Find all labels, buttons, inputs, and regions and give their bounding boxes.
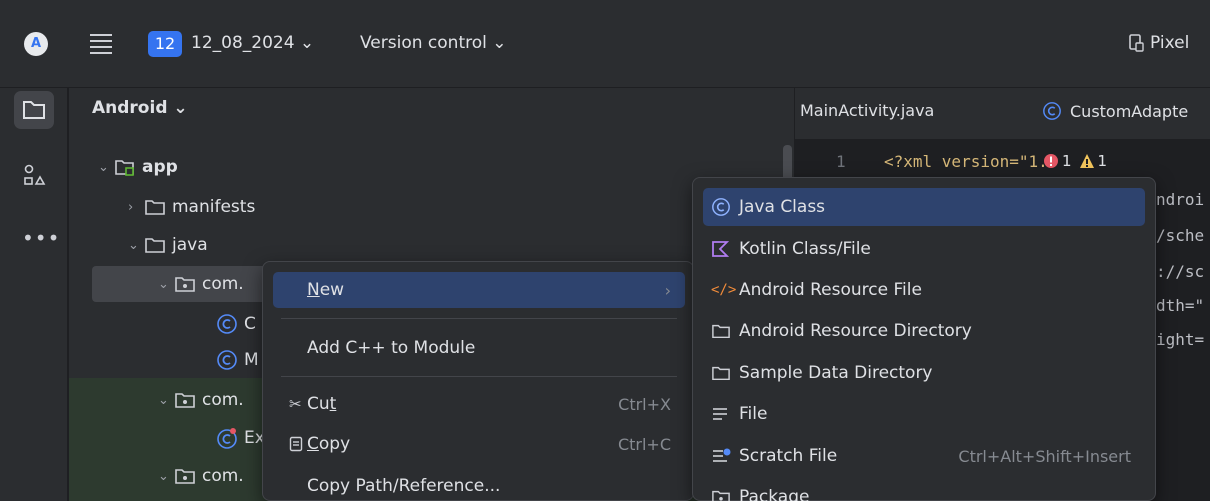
submenu-item-java-class[interactable]: Java Class [703,188,1145,226]
java-class-icon [216,349,238,371]
context-menu: New › Add C++ to Module ✂ Cut Ctrl+X Cop… [262,261,694,501]
line-number: 1 [836,152,846,171]
package-icon [174,466,196,486]
scissors-icon: ✂ [289,395,302,413]
menu-separator [281,318,677,319]
device-label: Pixel [1150,33,1190,53]
tree-label: com. [202,466,244,486]
tree-label: app [142,157,178,177]
kotlin-icon [703,240,737,258]
xml-icon: </> [711,282,737,298]
version-control-menu[interactable]: Version control ⌄ [360,33,507,53]
warning-icon [1079,153,1095,169]
package-icon [703,488,737,501]
device-icon [1128,34,1144,52]
tab-custom-adapter[interactable]: CustomAdapte [1042,101,1188,121]
tree-item-package[interactable]: ⌄ com. [158,459,244,493]
new-submenu: Java Class Kotlin Class/File </> Android… [692,177,1156,501]
project-selector[interactable]: 12_08_2024 ⌄ [191,33,314,53]
menu-item-copy-path[interactable]: Copy Path/Reference... [273,468,685,501]
tree-item-app[interactable]: ⌄ app [98,150,178,184]
tree-item-manifests[interactable]: › manifests [128,190,255,224]
folder-icon [703,364,737,382]
menu-separator [281,376,677,377]
scratch-file-icon [703,447,737,465]
submenu-arrow-icon: › [664,280,671,300]
main-menu-icon[interactable] [88,30,114,56]
file-text-icon [703,406,737,422]
tree-label: com. [202,274,244,294]
package-icon [174,274,196,294]
tab-main-activity[interactable]: MainActivity.java [800,101,934,120]
menu-item-add-cpp[interactable]: Add C++ to Module [273,330,685,366]
copy-icon [273,436,303,452]
tree-item-java[interactable]: ⌄ java [128,228,208,262]
submenu-item-sample-data[interactable]: Sample Data Directory [703,354,1145,392]
android-studio-logo: A [24,32,48,56]
project-tool-button[interactable] [14,91,54,129]
tool-window-strip [0,88,68,501]
code-line: ight= [1156,330,1205,349]
error-icon [1043,153,1059,169]
code-line: ://sc [1156,262,1205,281]
tree-label: java [172,235,208,255]
submenu-item-package[interactable]: Package [703,478,1145,501]
folder-icon [144,197,166,217]
folder-icon [703,322,737,340]
tree-label: com. [202,390,244,410]
tree-item-test-class[interactable]: Ex [216,421,265,455]
menu-item-cut[interactable]: ✂ Cut Ctrl+X [273,386,685,422]
tree-item-class[interactable]: M [216,343,259,377]
project-view-selector[interactable]: Android ⌄ [92,98,188,118]
project-badge[interactable]: 12 [148,31,182,57]
java-class-icon [703,197,737,217]
submenu-item-resource-file[interactable]: </> Android Resource File [703,271,1145,309]
package-icon [174,390,196,410]
menu-item-copy[interactable]: Copy Ctrl+C [273,426,685,462]
code-line: ndroi [1156,190,1205,209]
test-class-icon [216,427,238,449]
code-line: dth=" [1156,296,1205,315]
tree-item-class[interactable]: C [216,307,256,341]
tree-label: manifests [172,197,256,217]
submenu-item-resource-directory[interactable]: Android Resource Directory [703,312,1145,350]
structure-icon[interactable] [22,163,46,187]
submenu-item-file[interactable]: File [703,395,1145,433]
tree-label: M [244,350,259,370]
module-folder-icon [114,157,136,177]
code-line: /sche [1156,226,1205,245]
menu-item-new[interactable]: New › [273,272,685,308]
inspection-widget[interactable]: 1 1 [1043,152,1107,170]
tree-label: C [244,314,256,334]
folder-icon [144,235,166,255]
submenu-item-scratch-file[interactable]: Scratch File Ctrl+Alt+Shift+Insert [703,437,1145,475]
code-line: <?xml version="1. [884,152,1048,171]
more-tools-icon[interactable]: ••• [22,226,60,250]
submenu-item-kotlin[interactable]: Kotlin Class/File [703,230,1145,268]
device-selector[interactable]: Pixel [1128,33,1189,53]
java-class-icon [216,313,238,335]
tree-item-package[interactable]: ⌄ com. [158,383,244,417]
tree-item-package[interactable]: ⌄ com. [158,267,244,301]
java-class-icon [1042,101,1062,121]
